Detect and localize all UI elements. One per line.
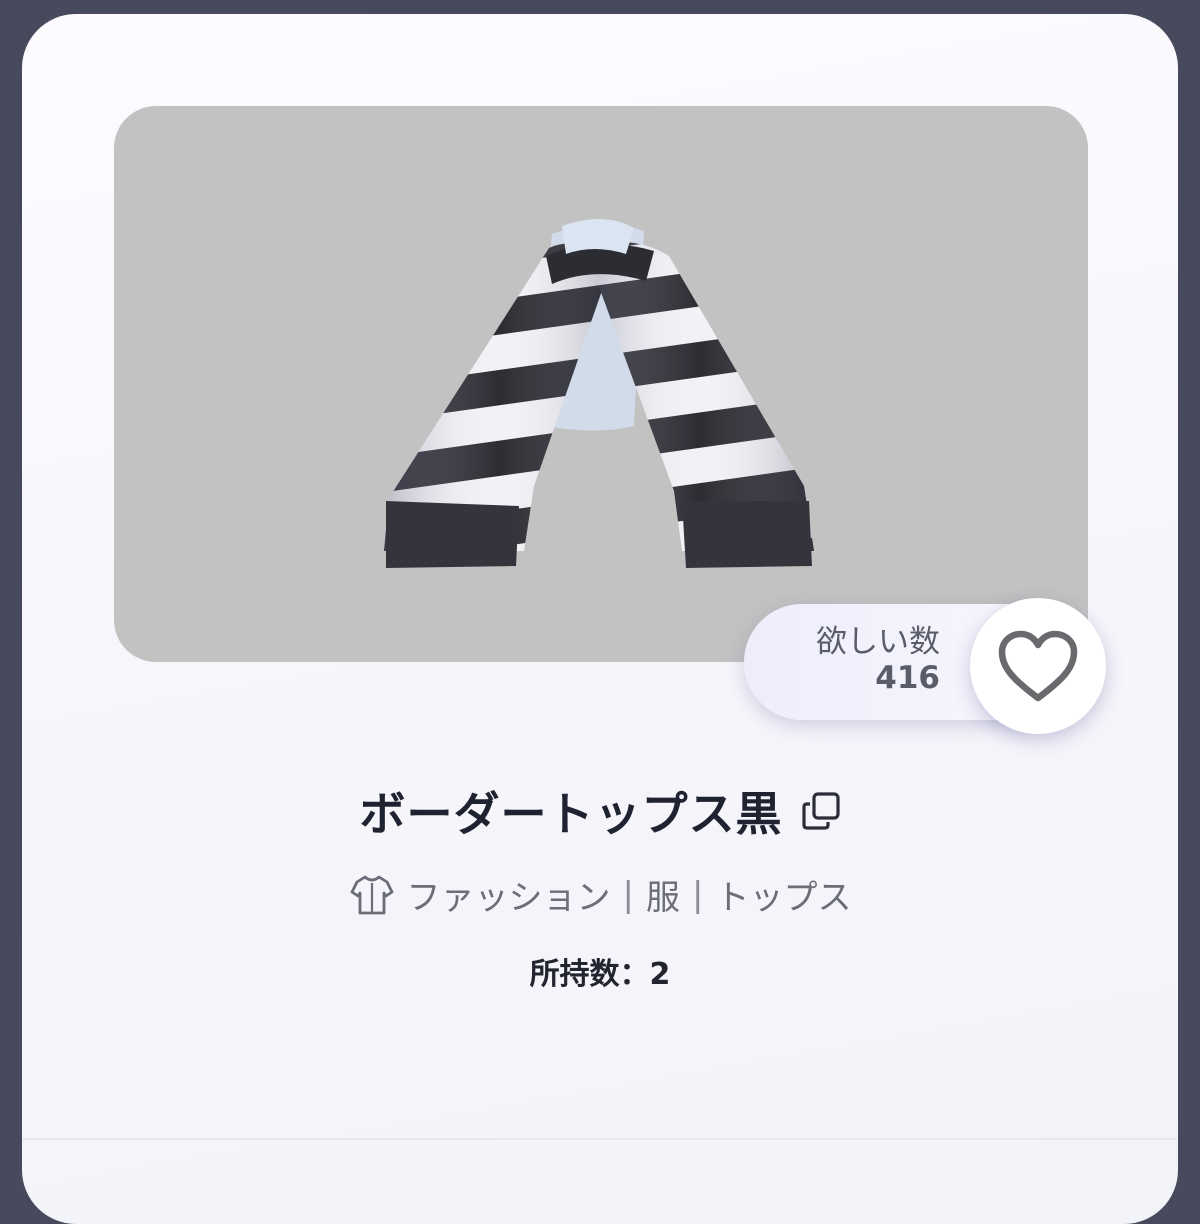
- want-count-value: 416: [875, 660, 940, 696]
- category-fashion[interactable]: ファッション: [407, 870, 611, 919]
- copy-button[interactable]: [801, 791, 841, 831]
- wish-button[interactable]: [970, 598, 1106, 734]
- owned-count: 所持数：2: [529, 957, 671, 992]
- category-clothes[interactable]: 服: [646, 870, 680, 919]
- category-tops[interactable]: トップス: [715, 870, 851, 919]
- heart-icon: [998, 630, 1078, 702]
- copy-icon: [801, 792, 840, 830]
- item-preview-image: [114, 106, 1088, 662]
- striped-top-illustration: [384, 218, 814, 568]
- category-breadcrumb: ファッション | 服 | トップス: [22, 870, 1178, 919]
- category-separator: |: [622, 874, 634, 915]
- section-divider: [22, 1138, 1178, 1140]
- item-detail-card: 欲しい数 416 ボーダートップス黒 ファッション | 服 | トップス 所持数…: [22, 14, 1178, 1224]
- category-separator: |: [692, 874, 704, 915]
- shirt-icon: [350, 875, 393, 914]
- want-count-label: 欲しい数: [816, 624, 940, 660]
- item-title: ボーダートップス黒: [359, 787, 783, 841]
